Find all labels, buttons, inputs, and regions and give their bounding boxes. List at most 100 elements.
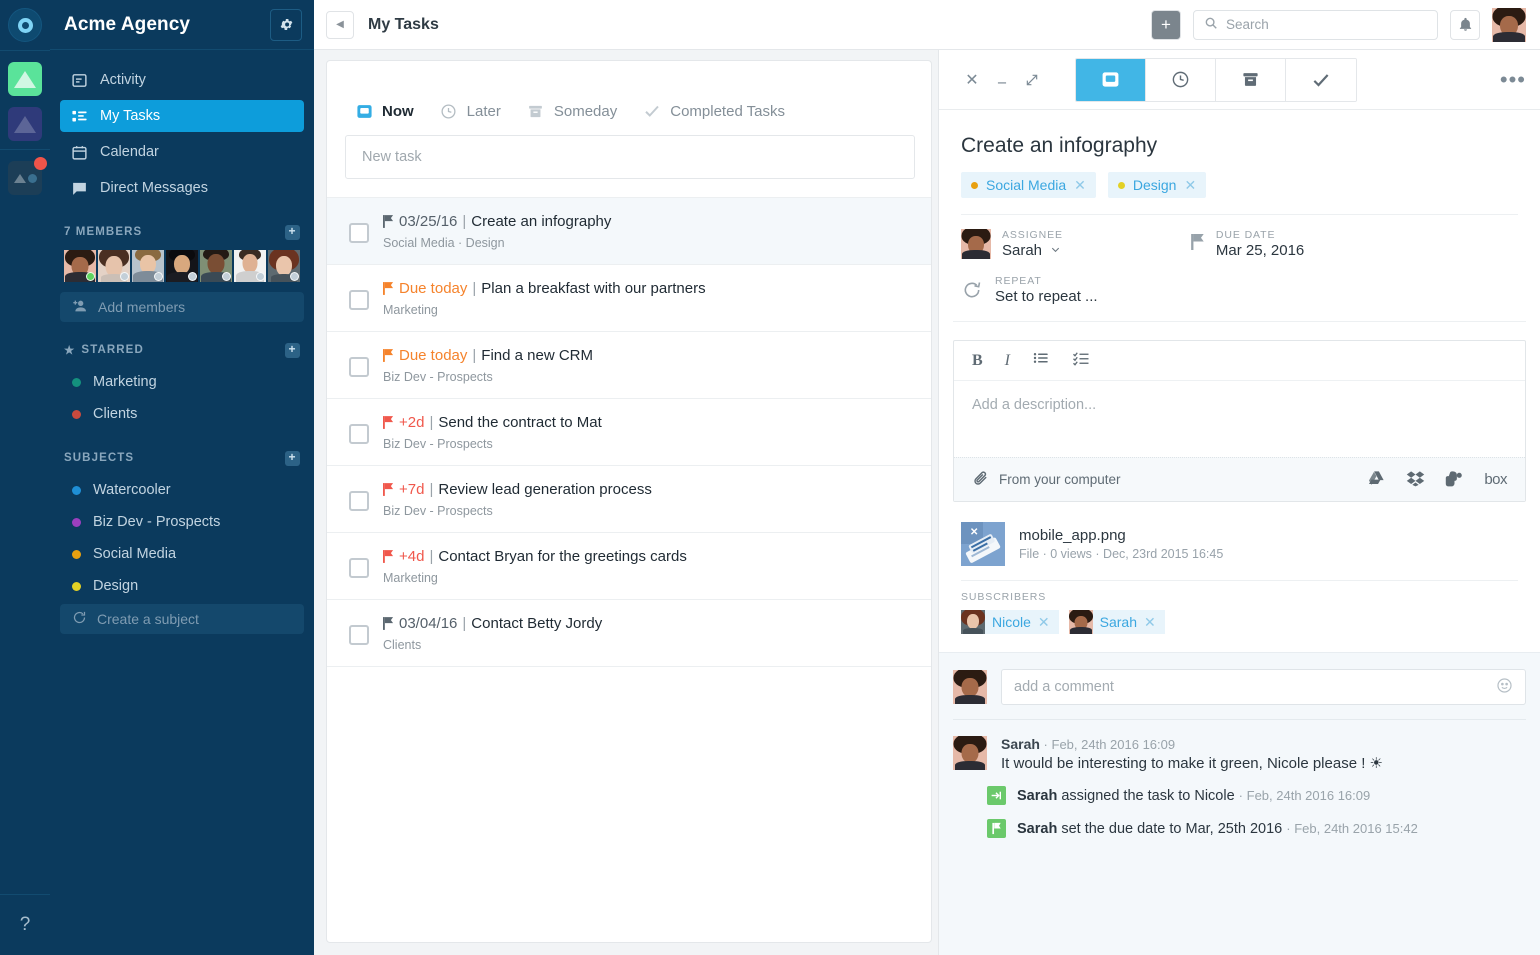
editor-toolbar: B I xyxy=(954,341,1525,381)
sidebar-item-activity[interactable]: Activity xyxy=(60,64,304,96)
table-row[interactable]: 03/04/16 | Contact Betty Jordy Clients xyxy=(327,600,931,667)
detail-title: Create an infography xyxy=(961,134,1158,157)
chevron-down-icon[interactable] xyxy=(1050,242,1061,259)
due-date-field[interactable]: DUE DATE Mar 25, 2016 xyxy=(1191,229,1304,259)
repeat-field[interactable]: REPEAT Set to repeat ... xyxy=(939,259,1540,305)
table-row[interactable]: +7d | Review lead generation process Biz… xyxy=(327,466,931,533)
description-input[interactable]: Add a description... xyxy=(954,381,1525,457)
avatar[interactable] xyxy=(200,250,232,282)
close-icon[interactable]: ✕ xyxy=(1144,614,1156,631)
google-drive-icon[interactable] xyxy=(1367,469,1386,491)
ellipsis-icon[interactable]: ••• xyxy=(1500,68,1526,90)
sidebar-item-social-media[interactable]: Social Media xyxy=(50,538,314,570)
subscriber-chip-sarah[interactable]: Sarah ✕ xyxy=(1068,610,1165,634)
table-row[interactable]: +4d | Contact Bryan for the greetings ca… xyxy=(327,533,931,600)
close-icon[interactable]: ✕ xyxy=(1074,177,1086,194)
chip-label: Social Media xyxy=(986,177,1067,193)
sidebar-item-clients[interactable]: Clients xyxy=(50,398,314,430)
chip-social-media[interactable]: Social Media ✕ xyxy=(961,172,1096,198)
plus-icon[interactable]: + xyxy=(1151,9,1181,40)
tab-completed-tasks[interactable]: Completed Tasks xyxy=(643,102,785,120)
comment-placeholder: add a comment xyxy=(1014,679,1114,695)
chip-design[interactable]: Design ✕ xyxy=(1107,172,1207,198)
table-row[interactable]: +2d | Send the contract to Mat Biz Dev -… xyxy=(327,399,931,466)
tab-details[interactable] xyxy=(1076,58,1146,101)
close-icon[interactable]: ✕ xyxy=(957,65,987,95)
sidebar-item-my-tasks[interactable]: My Tasks xyxy=(60,100,304,132)
new-task-input[interactable]: New task xyxy=(345,135,915,179)
close-icon[interactable]: ✕ xyxy=(1038,614,1050,631)
subscriber-chip-nicole[interactable]: Nicole ✕ xyxy=(961,610,1059,634)
subject-chips: Social Media ✕ Design ✕ xyxy=(939,158,1540,198)
avatar[interactable] xyxy=(1492,7,1526,42)
avatar[interactable] xyxy=(98,250,130,282)
add-subject-icon[interactable]: + xyxy=(285,450,300,466)
avatar[interactable] xyxy=(64,250,96,282)
sidebar-item-marketing[interactable]: Marketing xyxy=(50,366,314,398)
add-member-icon[interactable]: + xyxy=(285,224,300,240)
expand-icon[interactable] xyxy=(1017,65,1047,95)
close-icon[interactable]: ✕ xyxy=(1184,177,1196,194)
search-placeholder: Search xyxy=(1226,17,1269,32)
triangle-icon xyxy=(14,70,36,88)
minimize-icon[interactable] xyxy=(987,65,1017,95)
attached-file[interactable]: ✕ mobile_app.png File · 0 views · Dec, 2… xyxy=(939,502,1540,566)
sidebar-nav: Activity My Tasks Calendar Direct Messag… xyxy=(50,50,314,204)
task-checkbox[interactable] xyxy=(349,290,369,310)
dropbox-icon[interactable] xyxy=(1406,469,1425,491)
task-title: Review lead generation process xyxy=(438,481,652,498)
paperclip-icon[interactable] xyxy=(972,470,989,490)
tab-later[interactable] xyxy=(1146,58,1216,101)
checklist-icon[interactable] xyxy=(1072,349,1090,372)
sidebar-item-watercooler[interactable]: Watercooler xyxy=(50,474,314,506)
subscribers-section: SUBSCRIBERS Nicole ✕ Sarah ✕ xyxy=(939,581,1540,634)
members-count-label: 7 MEMBERS xyxy=(64,226,143,238)
upload-label[interactable]: From your computer xyxy=(999,472,1121,487)
sidebar-item-design[interactable]: Design xyxy=(50,570,314,602)
comment-input[interactable]: add a comment xyxy=(1001,669,1526,705)
task-checkbox[interactable] xyxy=(349,424,369,444)
workspace-dark[interactable] xyxy=(8,157,47,195)
avatar[interactable] xyxy=(132,250,164,282)
task-checkbox[interactable] xyxy=(349,625,369,645)
add-starred-icon[interactable]: + xyxy=(285,342,300,358)
avatar[interactable] xyxy=(268,250,300,282)
avatar[interactable] xyxy=(234,250,266,282)
task-checkbox[interactable] xyxy=(349,357,369,377)
sidebar-item-direct-messages[interactable]: Direct Messages xyxy=(60,172,304,204)
app-logo[interactable] xyxy=(8,8,42,42)
search-input[interactable]: Search xyxy=(1193,9,1438,40)
workspace-indigo[interactable] xyxy=(8,107,42,141)
gear-icon[interactable] xyxy=(270,8,302,41)
bold-icon[interactable]: B xyxy=(972,352,983,370)
task-checkbox[interactable] xyxy=(349,223,369,243)
tab-archive[interactable] xyxy=(1216,58,1286,101)
table-row[interactable]: Due today | Find a new CRM Biz Dev - Pro… xyxy=(327,332,931,399)
help-icon[interactable]: ? xyxy=(0,895,50,955)
smiley-icon[interactable] xyxy=(1496,677,1513,698)
table-row[interactable]: Due today | Plan a breakfast with our pa… xyxy=(327,265,931,332)
avatar xyxy=(1068,610,1093,634)
sidebar-item-biz-dev-prospects[interactable]: Biz Dev - Prospects xyxy=(50,506,314,538)
assignee-field[interactable]: ASSIGNEE Sarah xyxy=(961,229,1063,259)
bullet-list-icon[interactable] xyxy=(1032,349,1050,372)
tab-complete[interactable] xyxy=(1286,58,1356,101)
event-time: Feb, 24th 2016 16:09 xyxy=(1246,787,1371,803)
box-icon[interactable]: box xyxy=(1484,471,1507,488)
workspace-green[interactable] xyxy=(8,62,42,96)
evernote-icon[interactable] xyxy=(1445,469,1464,491)
table-row[interactable]: 03/25/16 | Create an infography Social M… xyxy=(327,197,931,265)
task-checkbox[interactable] xyxy=(349,558,369,578)
create-subject-button[interactable]: Create a subject xyxy=(60,604,304,634)
sidebar-item-calendar[interactable]: Calendar xyxy=(60,136,304,168)
task-checkbox[interactable] xyxy=(349,491,369,511)
bell-icon[interactable] xyxy=(1450,9,1480,40)
chevron-left-icon[interactable]: ◀ xyxy=(326,10,354,39)
meta-row: ASSIGNEE Sarah DUE DATE Mar 25, 2016 xyxy=(939,215,1540,259)
avatar[interactable] xyxy=(166,250,198,282)
add-members-button[interactable]: Add members xyxy=(60,292,304,322)
tab-someday[interactable]: Someday xyxy=(527,102,617,120)
tab-now[interactable]: Now xyxy=(355,102,414,120)
italic-icon[interactable]: I xyxy=(1005,352,1010,370)
tab-later[interactable]: Later xyxy=(440,102,501,120)
